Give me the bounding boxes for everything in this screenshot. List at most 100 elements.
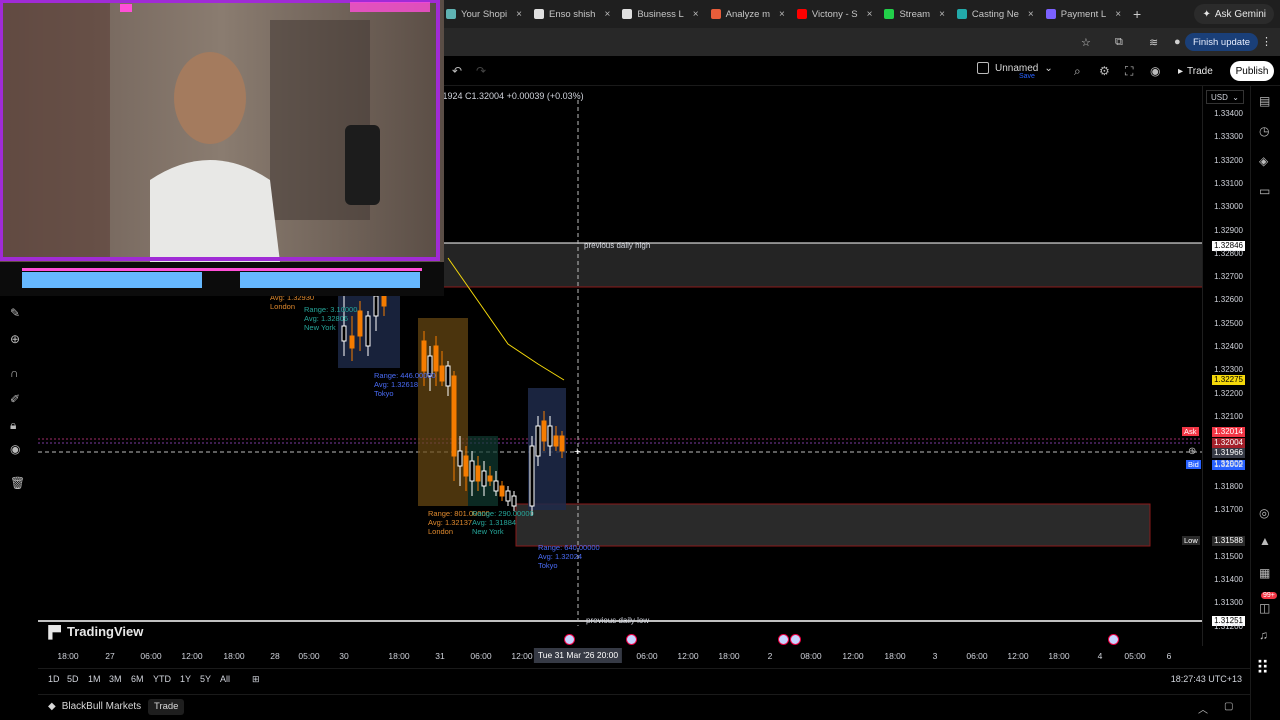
price-tick: 1.32500 (1214, 318, 1243, 328)
price-tick: 1.32200 (1214, 388, 1243, 398)
layers-icon[interactable]: ◈ (1259, 154, 1268, 168)
close-icon[interactable]: × (604, 9, 610, 20)
time-tick: 31 (435, 651, 445, 661)
close-icon[interactable]: × (1028, 9, 1034, 20)
add-alert-icon[interactable]: ⊕ (1188, 446, 1196, 457)
browser-tab[interactable]: Payment L × (1040, 0, 1127, 28)
calendar-icon[interactable]: ▦ (1259, 566, 1270, 580)
new-tab-button[interactable]: + (1133, 6, 1141, 22)
economic-event-icon[interactable] (1108, 634, 1119, 645)
range-button-3m[interactable]: 3M (109, 674, 122, 684)
broker-name[interactable]: ◆ BlackBull Markets (48, 701, 141, 712)
range-button-1d[interactable]: 1D (48, 674, 60, 684)
time-tick: 12:00 (677, 651, 699, 661)
time-tick: 12:00 (842, 651, 864, 661)
notification-badge: 99+ (1261, 592, 1277, 599)
ideas-icon[interactable]: ▲ (1259, 534, 1271, 548)
low-label: Low (1182, 536, 1200, 545)
browser-tab-strip: Your Shopi × Enso shish × Business L × Analyze… (440, 0, 1280, 28)
tab-favicon-icon (796, 9, 807, 19)
time-tick: 18:00 (884, 651, 906, 661)
close-icon[interactable]: × (939, 9, 945, 20)
range-button-1m[interactable]: 1M (88, 674, 101, 684)
range-button-1y[interactable]: 1Y (180, 674, 191, 684)
bid-label: Bid (1186, 460, 1201, 469)
session-avg-label: Avg: 1.32024 (538, 552, 582, 561)
calendar-range-icon[interactable]: ⊞ (252, 674, 260, 685)
close-icon[interactable]: × (1115, 9, 1121, 20)
layout-name: Unnamed (995, 62, 1039, 74)
range-button-ytd[interactable]: YTD (153, 674, 171, 684)
notifications-icon[interactable]: ◫ (1259, 601, 1270, 615)
time-tick: 18:00 (388, 651, 410, 661)
candle-body (559, 435, 565, 452)
browser-tab[interactable]: Business L × (616, 0, 704, 28)
session-range-label: Range: 640.00000 (538, 543, 600, 552)
economic-event-icon[interactable] (778, 634, 789, 645)
price-tick: 1.32800 (1214, 248, 1243, 258)
price-axis[interactable]: 1.32846 1.32275 1.32014 1.32004 1.31966 … (1202, 86, 1248, 646)
browser-tab[interactable]: Stream × (878, 0, 950, 28)
collapse-up-icon[interactable]: ︿ (1198, 701, 1208, 716)
maximize-icon[interactable]: ▢ (1224, 701, 1233, 712)
time-tick: 06:00 (470, 651, 492, 661)
close-icon[interactable]: × (779, 9, 785, 20)
layout-menu[interactable]: Unnamed ⌄ Save (977, 62, 1053, 80)
chat-icon[interactable]: ▭ (1259, 184, 1270, 198)
price-tick: 1.32100 (1214, 411, 1243, 421)
range-button-6m[interactable]: 6M (131, 674, 144, 684)
trade-button[interactable]: ▸ Trade (1172, 61, 1219, 81)
browser-tab[interactable]: Analyze m × (705, 0, 791, 28)
target-icon[interactable]: ◎ (1259, 506, 1269, 520)
settings-icon[interactable]: ⚙ (1099, 64, 1110, 78)
time-axis[interactable]: 18:00 27 06:00 12:00 18:00 28 05:00 30 18:00 31 06… (38, 634, 1202, 666)
broker-trade-button[interactable]: Trade (148, 699, 185, 715)
bell-icon[interactable]: ♫ (1259, 628, 1268, 642)
magnet-icon[interactable]: ∩ (10, 366, 19, 380)
currency-select[interactable]: USD ⌄ (1206, 90, 1244, 104)
economic-event-icon[interactable] (790, 634, 801, 645)
ruler-icon[interactable]: ✎ (10, 306, 20, 320)
range-button-5y[interactable]: 5Y (200, 674, 211, 684)
extensions-icon[interactable]: ≋ (1149, 36, 1158, 49)
menu-icon[interactable]: ⋮ (1261, 35, 1272, 48)
undo-icon[interactable]: ↶ (452, 64, 462, 78)
redo-icon[interactable]: ↷ (476, 64, 486, 78)
finish-update-button[interactable]: Finish update (1184, 33, 1258, 51)
trash-icon[interactable]: 🗑︎ (10, 476, 25, 490)
pencil-icon[interactable]: ✐ (10, 392, 20, 406)
watchlist-icon[interactable]: ▤ (1259, 94, 1270, 108)
apps-icon[interactable]: ⠿ (1256, 658, 1269, 679)
time-tick: 12:00 (181, 651, 203, 661)
browser-tab[interactable]: Your Shopi × (440, 0, 528, 28)
close-icon[interactable]: × (693, 9, 699, 20)
zoom-icon[interactable]: ⊕ (10, 332, 20, 346)
economic-event-icon[interactable] (564, 634, 575, 645)
tab-label: Analyze m (725, 8, 770, 20)
browser-tab[interactable]: Victony - S × (791, 0, 879, 28)
alerts-icon[interactable]: ◷ (1259, 124, 1269, 138)
tab-label: Enso shish (548, 8, 596, 20)
ask-gemini-button[interactable]: ✦ Ask Gemini (1194, 4, 1274, 24)
tab-favicon-icon (533, 9, 544, 19)
economic-event-icon[interactable] (626, 634, 637, 645)
star-icon[interactable]: ☆ (1081, 36, 1091, 49)
browser-tab[interactable]: Enso shish × (528, 0, 616, 28)
price-tick: 1.33200 (1214, 155, 1243, 165)
candle-body (529, 445, 535, 507)
profile-icon[interactable]: ● (1174, 36, 1181, 48)
range-button-5d[interactable]: 5D (67, 674, 79, 684)
camera-icon[interactable]: ◉ (1150, 64, 1160, 78)
lock-icon[interactable]: 🔒︎ (10, 418, 16, 433)
crosshair-cursor: + (574, 446, 580, 458)
prev-high-label: previous daily high (584, 241, 650, 250)
range-button-all[interactable]: All (220, 674, 230, 684)
publish-button[interactable]: Publish (1230, 61, 1274, 81)
eye-icon[interactable]: ◉ (10, 442, 20, 456)
close-icon[interactable]: × (867, 9, 873, 20)
browser-tab[interactable]: Casting Ne × (951, 0, 1040, 28)
close-icon[interactable]: × (516, 9, 522, 20)
cast-icon[interactable]: ⧉ (1115, 36, 1123, 49)
fullscreen-icon[interactable]: ⛶ (1125, 64, 1133, 79)
quick-search-icon[interactable]: ⌕ (1074, 64, 1081, 79)
